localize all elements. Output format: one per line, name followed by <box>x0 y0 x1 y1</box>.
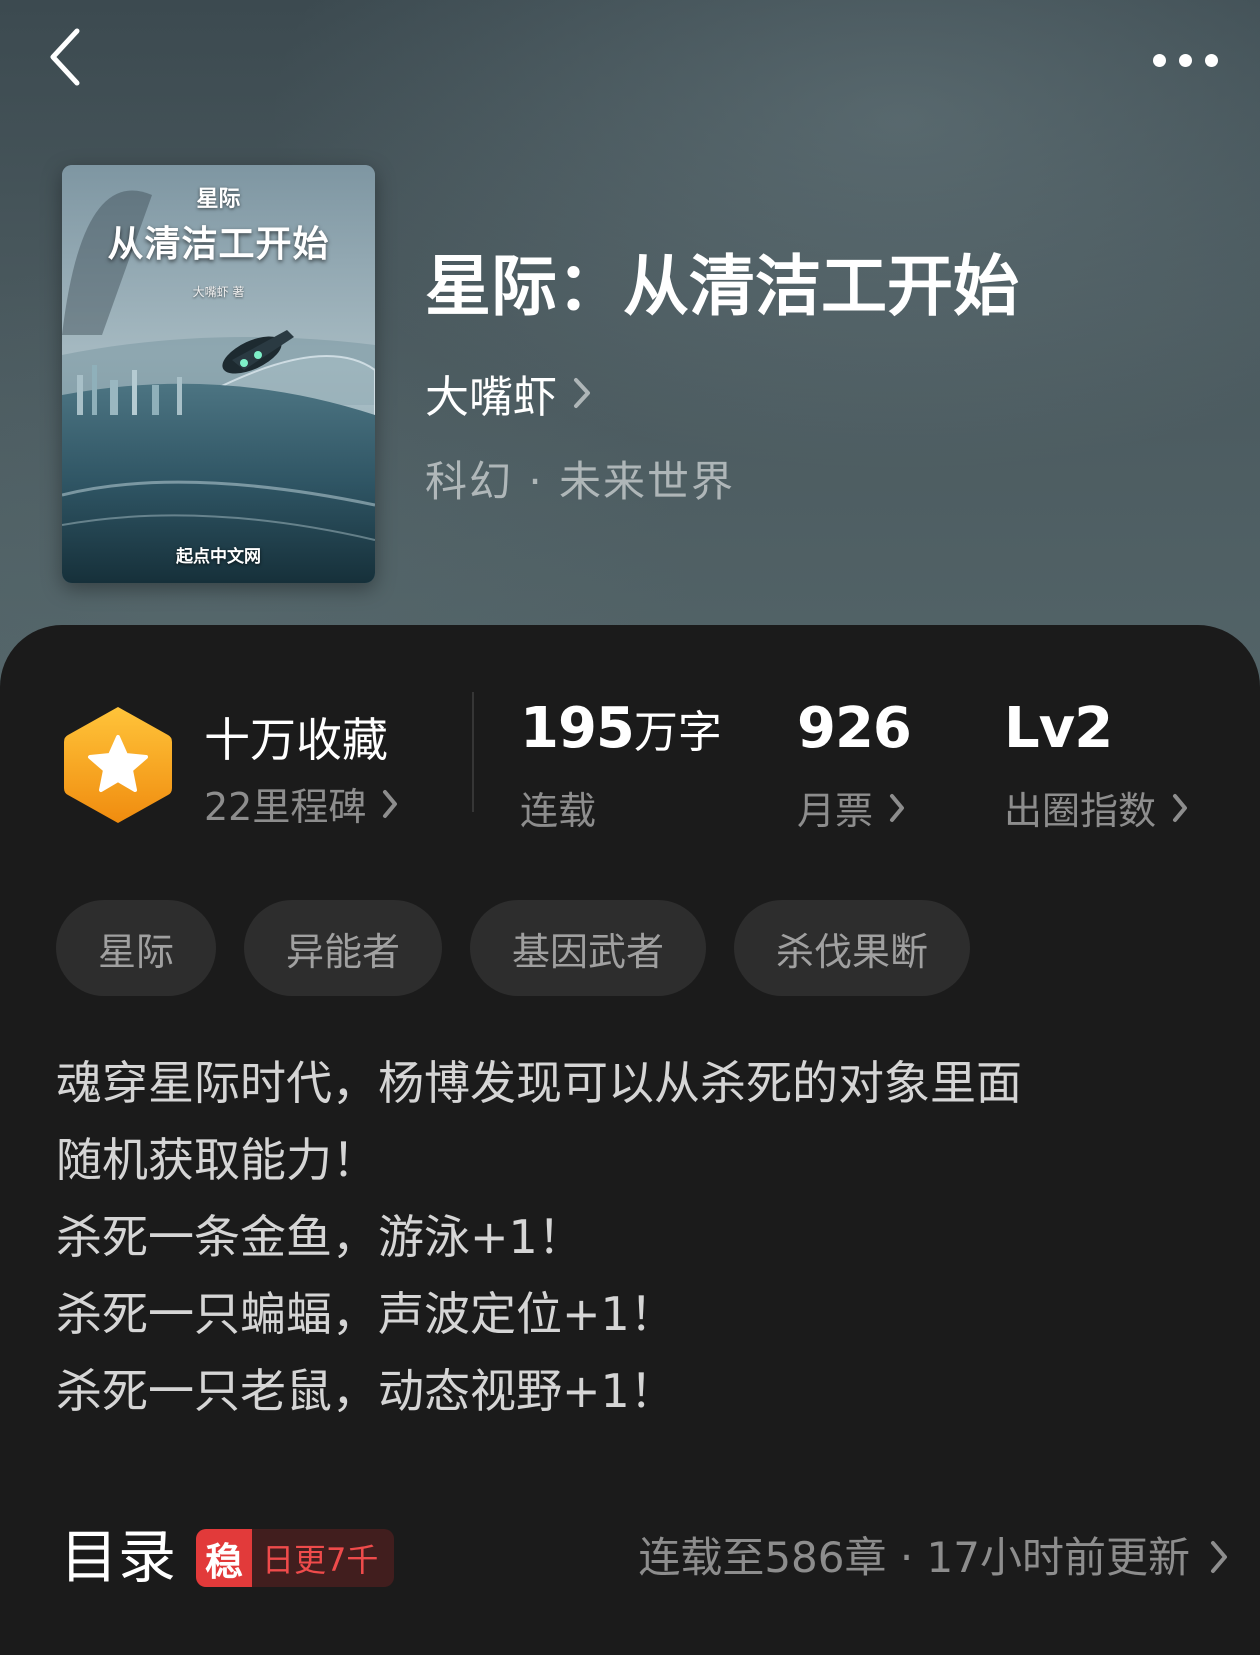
description-line: 随机获取能力！ <box>56 1133 378 1187</box>
cover-author: 大嘴虾 著 <box>192 285 245 299</box>
stable-update-icon: 稳 <box>196 1529 252 1587</box>
tag-chip[interactable]: 基因武者 <box>470 900 707 996</box>
tag-chip[interactable]: 星际 <box>56 900 217 996</box>
chevron-right-icon <box>890 793 905 822</box>
author-name: 大嘴虾 <box>425 372 557 423</box>
chevron-right-icon <box>1211 1541 1227 1573</box>
more-dot <box>1204 53 1218 67</box>
chevron-right-icon <box>1173 793 1188 822</box>
author-link[interactable]: 大嘴虾 <box>425 365 593 423</box>
cover-publisher: 起点中文网 <box>176 547 261 567</box>
description-line: 杀死一只老鼠，动态视野+1！ <box>56 1364 676 1418</box>
description-line: 魂穿星际时代，杨博发现可以从杀死的对象里面 <box>56 1056 1022 1110</box>
word-count: 195万字 <box>520 696 722 761</box>
cover-big-title: 从清洁工开始 <box>107 223 330 265</box>
tag-chip[interactable]: 杀伐果断 <box>734 900 971 996</box>
popularity-level: Lv2 <box>1004 696 1113 761</box>
monthly-votes-label: 月票 <box>797 789 874 833</box>
monthly-votes: 926 <box>797 696 912 761</box>
genre-label: 科幻 · 未来世界 <box>425 457 736 506</box>
book-detail-page: 星际 从清洁工开始 大嘴虾 著 起点中文网 星际：从清洁工开始 大嘴虾 科幻 ·… <box>0 0 1260 1655</box>
monthly-votes-number: 926 <box>797 696 912 761</box>
back-button[interactable] <box>30 22 100 92</box>
word-count-number: 195 <box>520 696 635 761</box>
tag-chip[interactable]: 异能者 <box>244 900 443 996</box>
description-line: 杀死一只蝙蝠，声波定位+1！ <box>56 1287 676 1341</box>
update-badge-text: 日更7千 <box>262 1541 379 1579</box>
book-cover[interactable]: 星际 从清洁工开始 大嘴虾 著 起点中文网 <box>62 165 375 583</box>
popularity-label: 出圈指数 <box>1004 789 1157 833</box>
monthly-votes-sub: 月票 <box>797 780 907 835</box>
collection-label: 十万收藏 <box>204 713 388 767</box>
milestone-label: 22里程碑 <box>204 785 367 829</box>
popularity-number: Lv2 <box>1004 696 1113 761</box>
description-line: 杀死一条金鱼，游泳+1！ <box>56 1210 584 1264</box>
star-badge-icon <box>64 707 172 823</box>
serial-status: 连载 <box>520 780 596 835</box>
update-badge: 稳 日更7千 <box>196 1529 395 1587</box>
more-button[interactable] <box>1140 30 1230 90</box>
toc-title: 目录 <box>60 1523 177 1591</box>
table-of-contents-row[interactable]: 目录 稳 日更7千 连载至586章 · 17小时前更新 <box>0 1515 1260 1600</box>
serial-status-label: 连载 <box>520 789 597 833</box>
cover-small-title: 星际 <box>196 186 241 212</box>
word-count-unit: 万字 <box>633 707 722 758</box>
more-horizontal-icon <box>1152 53 1166 67</box>
book-description[interactable]: 魂穿星际时代，杨博发现可以从杀死的对象里面 随机获取能力！ 杀死一条金鱼，游泳+… <box>56 1045 1206 1430</box>
more-dot <box>1178 53 1192 67</box>
update-status: 连载至586章 · 17小时前更新 <box>638 1533 1190 1582</box>
stats-divider <box>472 692 474 812</box>
tag-list: 星际 异能者 基因武者 杀伐果断 <box>56 900 971 996</box>
collection-sub: 22里程碑 <box>204 776 400 831</box>
book-title: 星际：从清洁工开始 <box>425 247 1019 325</box>
chevron-left-icon <box>50 28 80 86</box>
chevron-right-icon <box>574 378 590 408</box>
popularity-sub: 出圈指数 <box>1004 780 1190 835</box>
chevron-right-icon <box>383 789 398 818</box>
